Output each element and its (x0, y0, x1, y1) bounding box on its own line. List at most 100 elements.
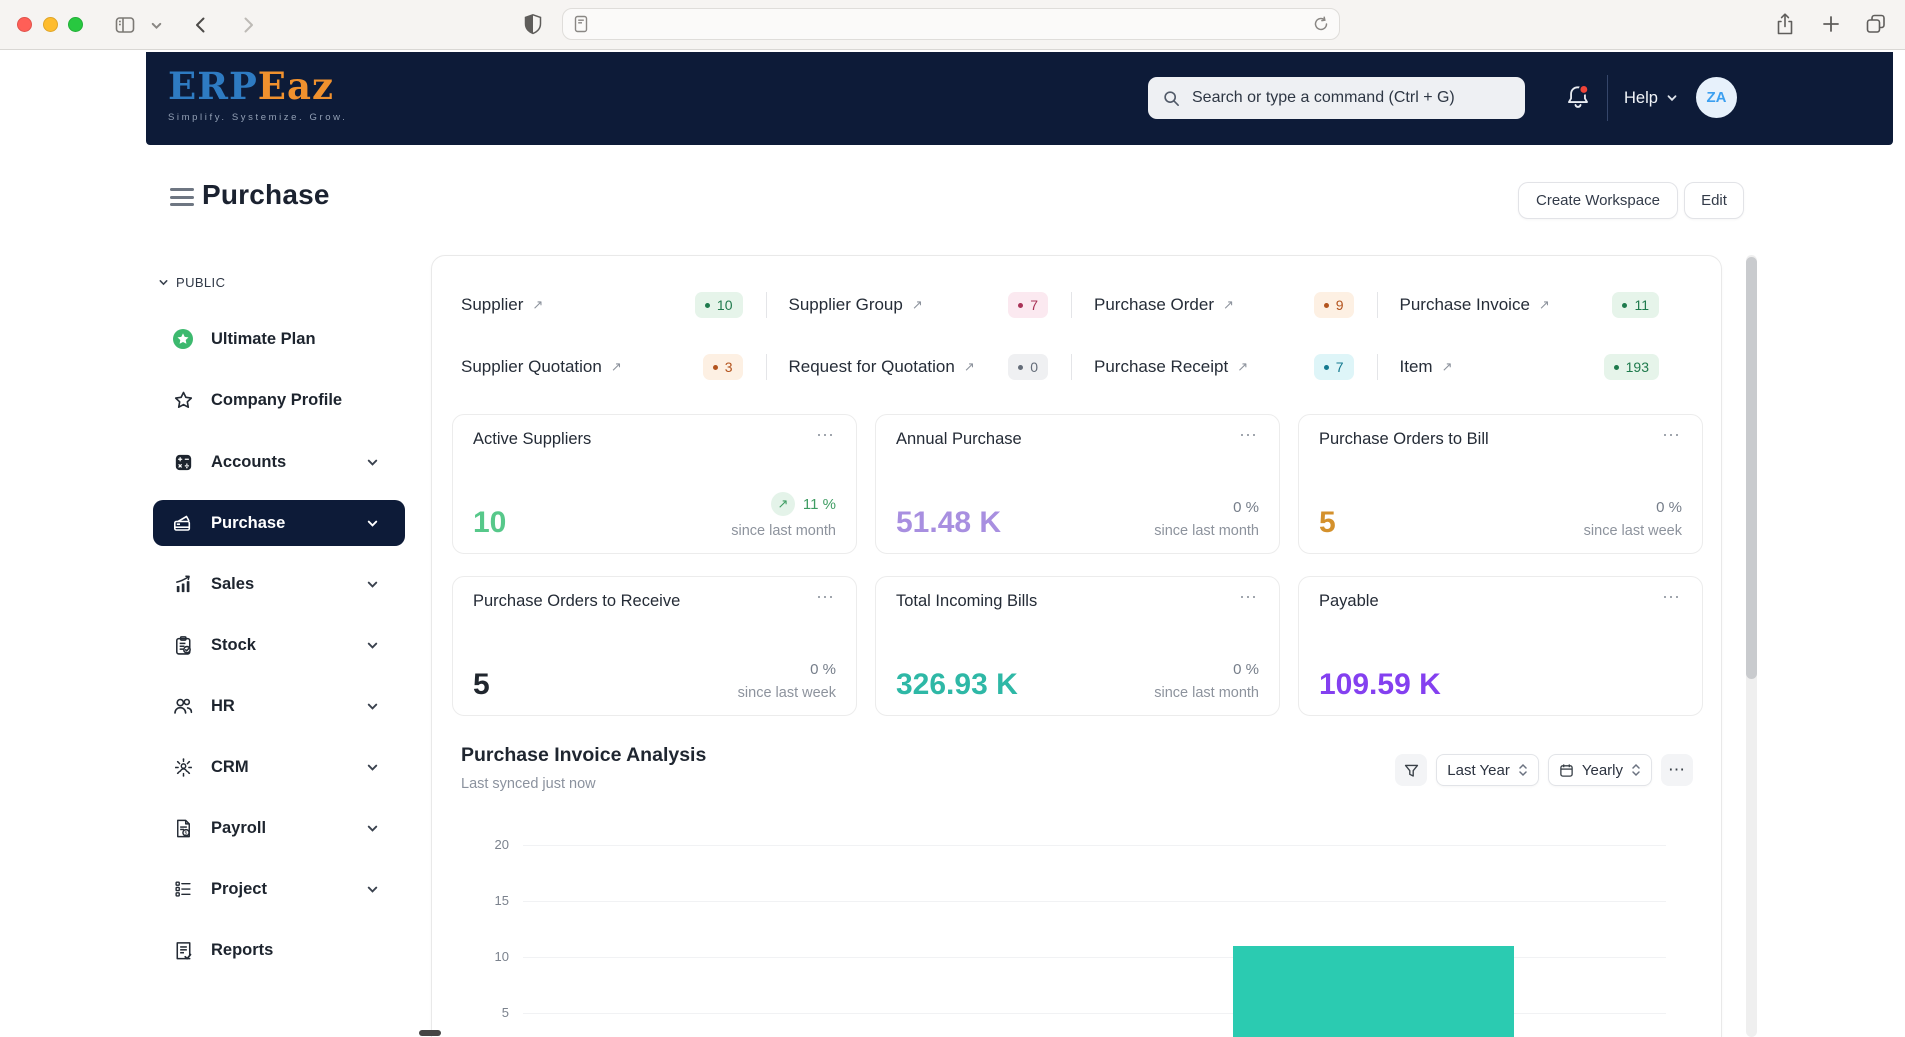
sidebar-item-project[interactable]: Project (153, 866, 405, 912)
avatar[interactable]: ZA (1696, 77, 1737, 118)
card-menu-icon[interactable]: ⋯ (816, 592, 836, 602)
up-down-arrows-icon (1518, 763, 1528, 777)
shortcut-link[interactable]: Supplier Quotation (461, 357, 602, 377)
sales-chart-icon (171, 572, 195, 596)
count-badge: 3 (703, 354, 743, 380)
new-tab-icon[interactable] (1822, 15, 1840, 33)
open-link-icon: ↗ (964, 359, 975, 375)
y-tick-label: 10 (472, 949, 509, 964)
search-placeholder-text: Search or type a command (Ctrl + G) (1192, 89, 1455, 107)
tab-overview-icon[interactable] (1864, 12, 1888, 36)
shortcut-link[interactable]: Supplier (461, 295, 523, 315)
sidebar-item-reports[interactable]: Reports (153, 927, 405, 973)
purchase-cards-icon (171, 511, 195, 535)
sidebar-item-stock[interactable]: Stock (153, 622, 405, 668)
sidebar-item-sales[interactable]: Sales (153, 561, 405, 607)
card-value: 5 (1319, 507, 1336, 539)
create-workspace-button[interactable]: Create Workspace (1518, 182, 1678, 219)
card-menu-icon[interactable]: ⋯ (1662, 430, 1682, 440)
chevron-down-icon (158, 277, 169, 288)
logo-eaz-text: Eaz (258, 64, 334, 108)
people-icon (171, 694, 195, 718)
reader-mode-icon[interactable] (573, 15, 589, 33)
granularity-filter-select[interactable]: Yearly (1548, 754, 1652, 786)
sidebar-section-public[interactable]: PUBLIC (158, 275, 225, 290)
horizontal-scrollbar-thumb[interactable] (419, 1030, 441, 1036)
sidebar-item-company-profile[interactable]: Company Profile (153, 377, 405, 423)
svg-text:$: $ (184, 830, 187, 836)
refresh-icon[interactable] (1313, 16, 1329, 32)
edit-button[interactable]: Edit (1684, 182, 1744, 219)
card-title: Total Incoming Bills (896, 592, 1037, 611)
card-percent: 0 % (810, 661, 836, 678)
close-window-button[interactable] (17, 17, 32, 32)
card-since: since last month (1154, 523, 1259, 539)
shortcut-link[interactable]: Item (1400, 357, 1433, 377)
star-icon (171, 388, 195, 412)
sidebar-item-payroll[interactable]: $ Payroll (153, 805, 405, 851)
card-since: since last week (738, 685, 836, 701)
card-annual-purchase: Annual Purchase⋯ 51.48 K 0 % since last … (875, 414, 1280, 554)
shortcut-link[interactable]: Purchase Invoice (1400, 295, 1530, 315)
card-menu-icon[interactable]: ⋯ (816, 430, 836, 440)
card-active-suppliers: Active Suppliers⋯ 10 ↗11 % since last mo… (452, 414, 857, 554)
y-tick-label: 15 (472, 893, 509, 908)
count-badge: 0 (1008, 354, 1048, 380)
global-search-input[interactable]: Search or type a command (Ctrl + G) (1148, 77, 1525, 119)
toggle-sidebar-icon[interactable] (113, 13, 137, 37)
sidebar-item-purchase[interactable]: Purchase (153, 500, 405, 546)
filter-button[interactable] (1395, 754, 1427, 786)
sidebar-menu-chevron-icon[interactable] (150, 19, 163, 32)
chart-menu-button[interactable]: ⋯ (1661, 754, 1693, 786)
sidebar-item-ultimate-plan[interactable]: Ultimate Plan (153, 316, 405, 362)
card-menu-icon[interactable]: ⋯ (1662, 592, 1682, 602)
shortcut-link[interactable]: Supplier Group (789, 295, 903, 315)
y-gridline (523, 901, 1666, 902)
sidebar: PUBLIC Ultimate Plan Company Profile (146, 262, 420, 1037)
chevron-down-icon (366, 517, 379, 530)
sidebar-item-hr[interactable]: HR (153, 683, 405, 729)
count-badge: 7 (1314, 354, 1354, 380)
card-title: Active Suppliers (473, 430, 591, 449)
back-button[interactable] (190, 14, 212, 36)
count-badge: 193 (1604, 354, 1659, 380)
shortcut-link[interactable]: Request for Quotation (789, 357, 955, 377)
share-icon[interactable] (1773, 11, 1797, 37)
vertical-scrollbar[interactable] (1746, 255, 1757, 1037)
sidebar-item-crm[interactable]: CRM (153, 744, 405, 790)
help-menu[interactable]: Help (1624, 76, 1678, 120)
card-menu-icon[interactable]: ⋯ (1239, 592, 1259, 602)
card-menu-icon[interactable]: ⋯ (1239, 430, 1259, 440)
workspace-menu-icon[interactable] (170, 188, 194, 208)
shortcut-link[interactable]: Purchase Order (1094, 295, 1214, 315)
url-bar[interactable] (562, 8, 1340, 40)
trend-up-icon: ↗ (771, 492, 795, 516)
card-purchase-orders-to-receive: Purchase Orders to Receive⋯ 5 0 % since … (452, 576, 857, 716)
card-percent: 0 % (1233, 499, 1259, 516)
chevron-down-icon (366, 639, 379, 652)
y-tick-label: 5 (472, 1005, 509, 1020)
sidebar-item-accounts[interactable]: Accounts (153, 439, 405, 485)
notifications-bell-icon[interactable] (1560, 76, 1596, 120)
vertical-scrollbar-thumb[interactable] (1746, 257, 1757, 679)
logo-erp-text: ERP (168, 64, 258, 108)
minimize-window-button[interactable] (43, 17, 58, 32)
shortcut-purchase-invoice: Purchase Invoice ↗ 11 (1378, 290, 1684, 320)
card-since: since last month (1154, 685, 1259, 701)
sidebar-item-label: Payroll (211, 819, 266, 838)
period-filter-select[interactable]: Last Year (1436, 754, 1539, 786)
chevron-down-icon (366, 578, 379, 591)
shortcut-link[interactable]: Purchase Receipt (1094, 357, 1228, 377)
shortcut-request-for-quotation: Request for Quotation ↗ 0 (767, 352, 1073, 382)
shortcut-supplier-group: Supplier Group ↗ 7 (767, 290, 1073, 320)
forward-button[interactable] (237, 14, 259, 36)
app-logo[interactable]: ERPEaz Simplify. Systemize. Grow. (168, 62, 347, 123)
privacy-shield-icon[interactable] (521, 12, 545, 36)
sidebar-item-label: Ultimate Plan (211, 330, 316, 349)
card-percent: ↗11 % (771, 492, 836, 516)
app-navbar: ERPEaz Simplify. Systemize. Grow. Search… (146, 52, 1893, 145)
screen: ERPEaz Simplify. Systemize. Grow. Search… (0, 0, 1905, 1037)
card-value: 10 (473, 507, 506, 539)
zoom-window-button[interactable] (68, 17, 83, 32)
card-total-incoming-bills: Total Incoming Bills⋯ 326.93 K 0 % since… (875, 576, 1280, 716)
